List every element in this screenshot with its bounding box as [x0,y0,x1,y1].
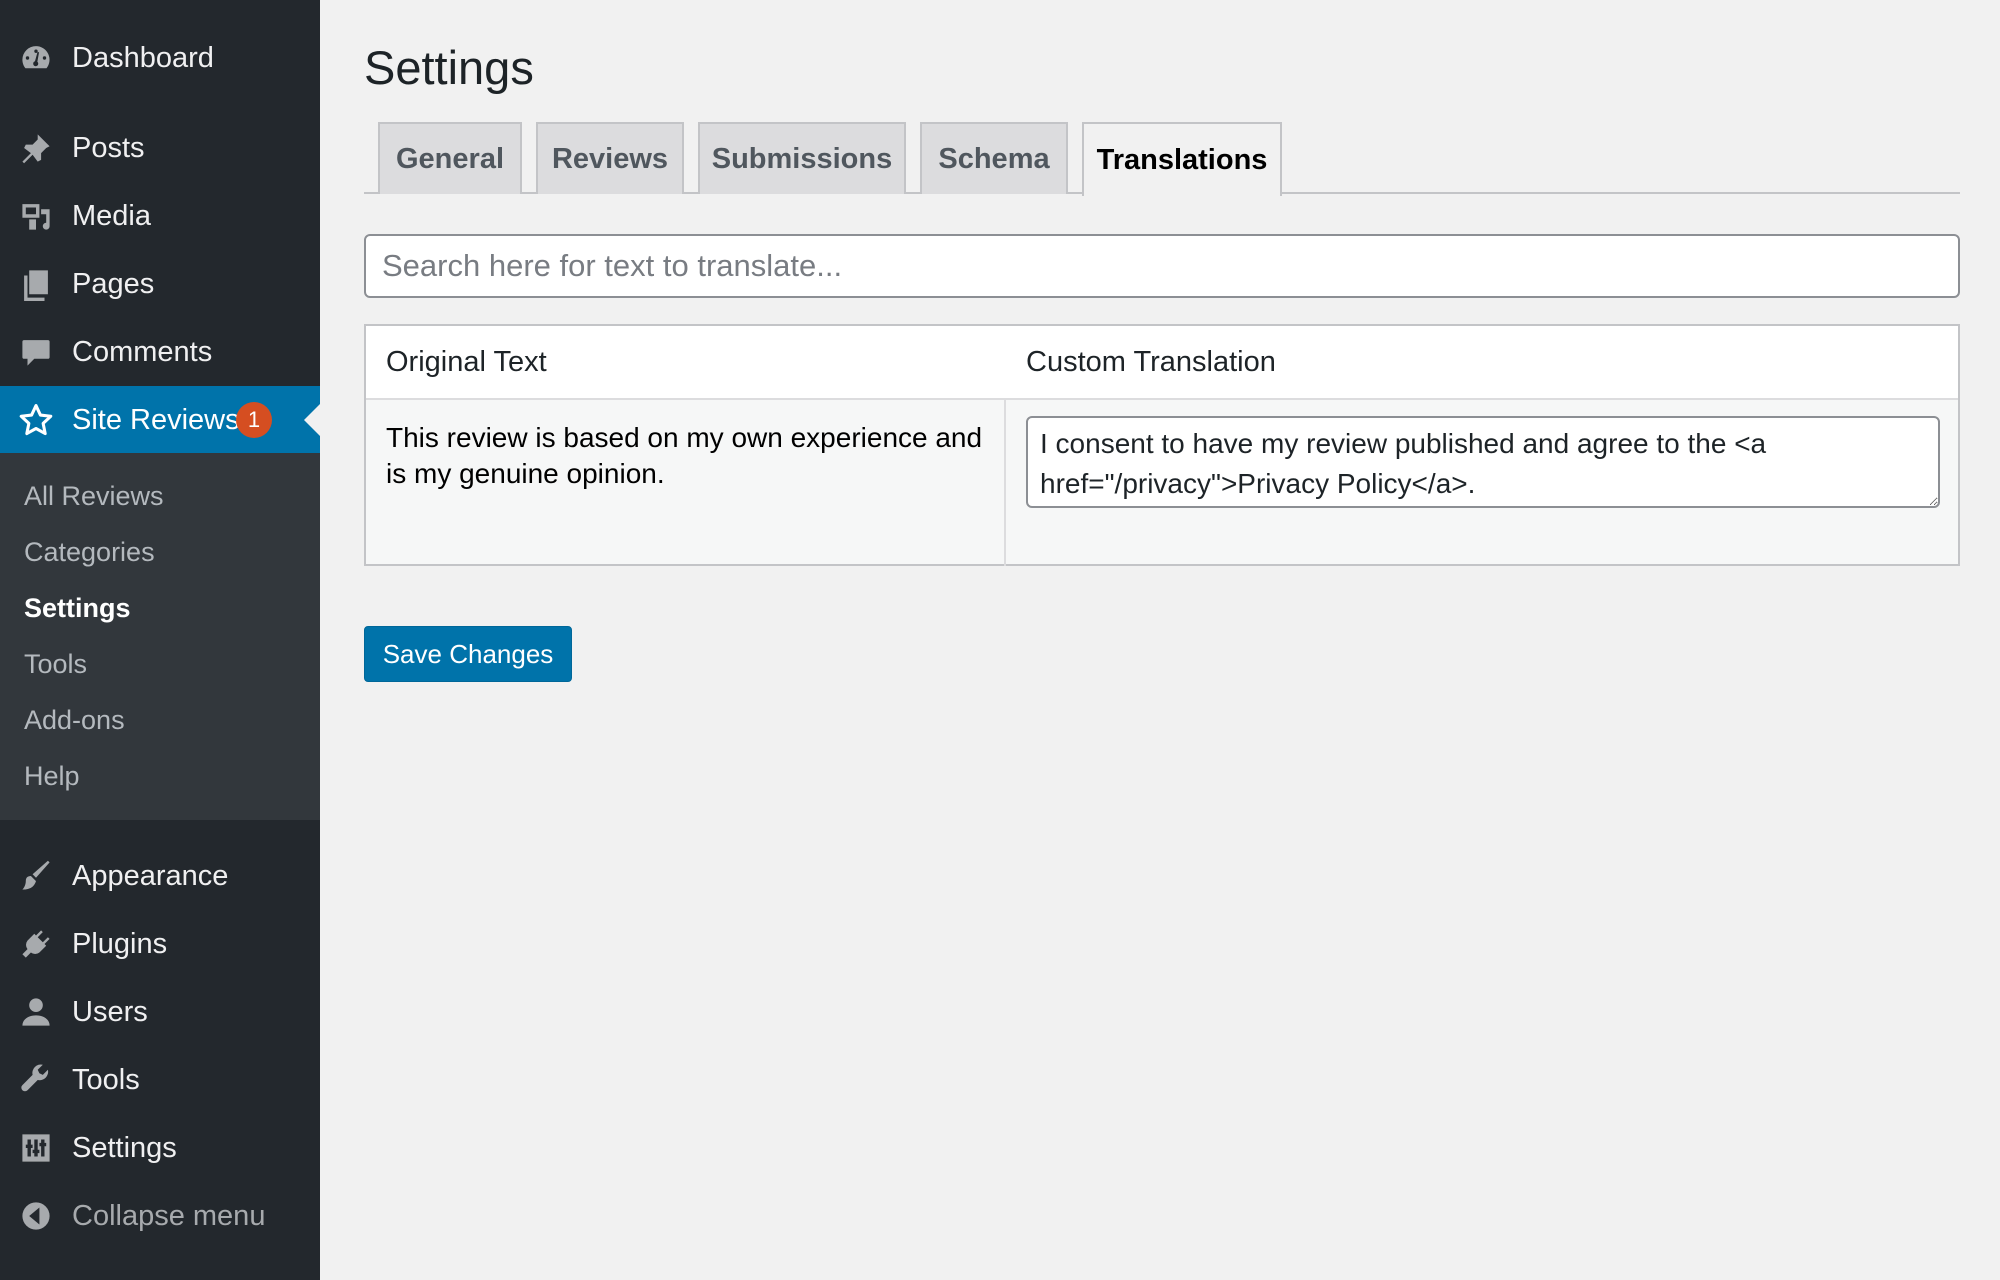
sidebar-item-site-reviews[interactable]: Site Reviews 1 [0,386,320,454]
sidebar-item-dashboard[interactable]: Dashboard [0,24,320,92]
notification-badge: 1 [236,402,272,438]
star-icon [18,402,54,438]
pages-icon [18,266,54,302]
sidebar-item-tools[interactable]: Tools [0,1046,320,1114]
sidebar-item-label: Tools [72,1063,140,1096]
sidebar-item-users[interactable]: Users [0,978,320,1046]
sidebar-item-appearance[interactable]: Appearance [0,842,320,910]
sidebar-submenu: All Reviews Categories Settings Tools Ad… [0,453,320,820]
tab-submissions[interactable]: Submissions [698,122,906,194]
sliders-icon [18,1130,54,1166]
sidebar-item-pages[interactable]: Pages [0,250,320,318]
plug-icon [18,926,54,962]
sidebar-item-label: Site Reviews [72,403,240,436]
sidebar-item-plugins[interactable]: Plugins [0,910,320,978]
collapse-menu-button[interactable]: Collapse menu [0,1182,320,1250]
tab-reviews[interactable]: Reviews [536,122,684,194]
sidebar-item-label: Users [72,995,148,1028]
submenu-item-all-reviews[interactable]: All Reviews [24,481,164,512]
admin-sidebar: Dashboard Posts Media Pages Comments Sit… [0,0,320,1280]
sidebar-item-posts[interactable]: Posts [0,114,320,182]
pin-icon [18,130,54,166]
collapse-icon [18,1198,54,1234]
sidebar-item-label: Comments [72,335,213,368]
table-row: This review is based on my own experienc… [366,398,1958,566]
sidebar-item-media[interactable]: Media [0,182,320,250]
submenu-item-add-ons[interactable]: Add-ons [24,705,125,736]
sidebar-item-label: Settings [72,1131,177,1164]
sidebar-item-settings[interactable]: Settings [0,1114,320,1182]
user-icon [18,994,54,1030]
translation-search-input[interactable] [364,234,1960,298]
sidebar-item-label: Posts [72,131,145,164]
comment-icon [18,334,54,370]
active-indicator [304,404,320,436]
submenu-item-categories[interactable]: Categories [24,537,155,568]
page-title: Settings [364,41,534,94]
submenu-item-tools[interactable]: Tools [24,649,87,680]
tab-translations[interactable]: Translations [1082,122,1282,196]
dashboard-icon [18,40,54,76]
tab-general[interactable]: General [378,122,522,194]
submenu-item-settings[interactable]: Settings [24,593,131,624]
column-header-original-text: Original Text [386,345,547,378]
sidebar-item-label: Collapse menu [72,1199,266,1232]
brush-icon [18,858,54,894]
sidebar-item-label: Plugins [72,927,168,960]
custom-translation-textarea[interactable]: I consent to have my review published an… [1026,416,1940,508]
wrench-icon [18,1062,54,1098]
sidebar-item-label: Appearance [72,859,229,892]
sidebar-item-label: Dashboard [72,41,214,74]
cell-divider [1004,400,1006,566]
translations-table: Original Text Custom Translation This re… [364,324,1960,566]
media-icon [18,198,54,234]
sidebar-item-comments[interactable]: Comments [0,318,320,386]
original-text-cell: This review is based on my own experienc… [386,422,983,489]
sidebar-item-label: Pages [72,267,155,300]
column-header-custom-translation: Custom Translation [1026,345,1276,378]
save-changes-button[interactable]: Save Changes [364,626,572,682]
submenu-item-help[interactable]: Help [24,761,80,792]
tab-schema[interactable]: Schema [920,122,1068,194]
sidebar-item-label: Media [72,199,151,232]
